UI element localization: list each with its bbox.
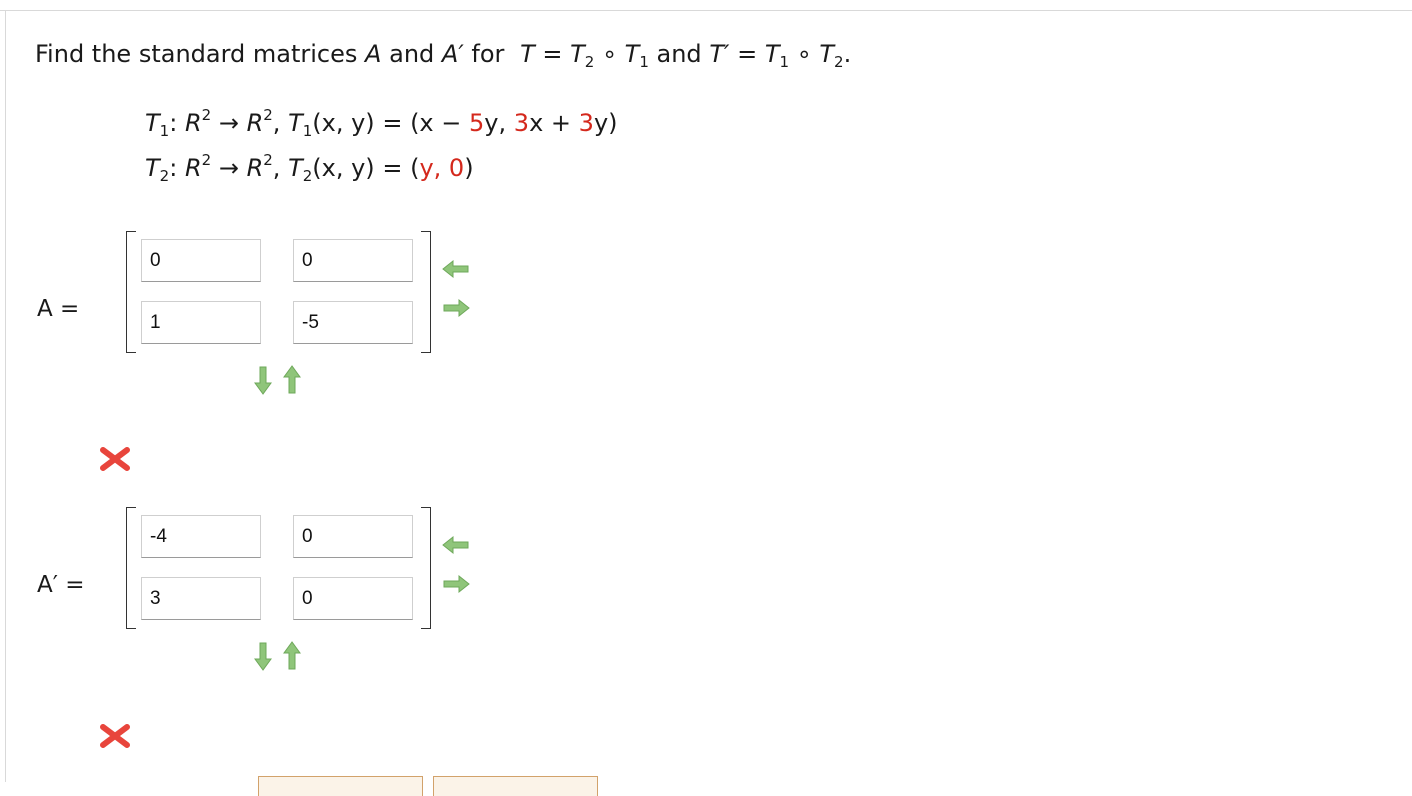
matrix-a-cell-2-1[interactable]	[141, 301, 261, 344]
matrix-a-prime-cell-1-1[interactable]	[141, 515, 261, 558]
t2-result-2: 0	[448, 154, 465, 182]
matrix-a-prime-cell-2-1[interactable]	[141, 577, 261, 620]
add-column-arrow-icon[interactable]	[442, 574, 470, 596]
add-row-arrow-icon[interactable]	[254, 365, 274, 395]
t1-coef-2: 3	[513, 109, 530, 137]
wrong-x-icon	[100, 723, 130, 749]
t1-definition: T1: R2 → R2, T1(x, y) = (x − 5y, 3x + 3y…	[145, 106, 618, 140]
t1-coef-3: 3	[578, 109, 594, 137]
question-text: Find the standard matrices A and A′ for …	[35, 40, 852, 71]
wrong-x-icon	[100, 446, 130, 472]
t1-coef-1: 5	[469, 109, 485, 137]
matrix-a-prime-right-bracket	[421, 507, 431, 629]
frame-left-border	[5, 10, 6, 782]
matrix-a-cell-2-2[interactable]	[293, 301, 413, 344]
matrix-a-prime-cell-2-2[interactable]	[293, 577, 413, 620]
t2-definition: T2: R2 → R2, T2(x, y) = (y, 0)	[145, 151, 474, 185]
matrix-a-label: A =	[37, 296, 80, 322]
matrix-a-cell-1-1[interactable]	[141, 239, 261, 282]
matrix-a-prime-left-bracket	[126, 507, 136, 629]
matrix-a-prime-cell-1-2[interactable]	[293, 515, 413, 558]
t2-result-1: y,	[419, 154, 442, 182]
bottom-button-2[interactable]	[433, 776, 598, 796]
remove-row-arrow-icon[interactable]	[283, 365, 303, 395]
remove-column-arrow-icon[interactable]	[442, 259, 470, 281]
frame-top-border	[0, 10, 1412, 11]
add-row-arrow-icon[interactable]	[254, 641, 274, 671]
matrix-a-cell-1-2[interactable]	[293, 239, 413, 282]
matrix-a-prime-label: A′ =	[37, 572, 85, 598]
bottom-button-1[interactable]	[258, 776, 423, 796]
matrix-a-right-bracket	[421, 231, 431, 353]
matrix-a-left-bracket	[126, 231, 136, 353]
add-column-arrow-icon[interactable]	[442, 298, 470, 320]
remove-row-arrow-icon[interactable]	[283, 641, 303, 671]
remove-column-arrow-icon[interactable]	[442, 535, 470, 557]
